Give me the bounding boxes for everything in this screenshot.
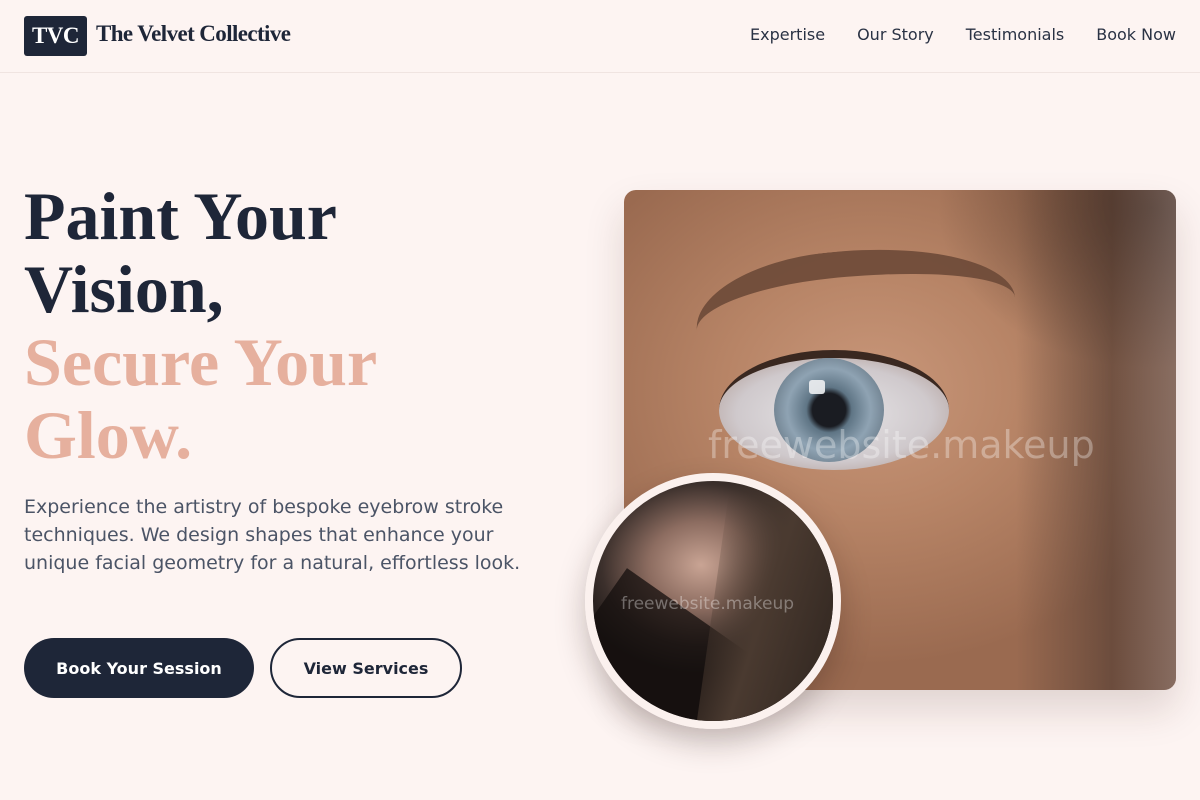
hero-title: Paint Your Vision, Secure Your Glow. [24, 180, 564, 472]
main-nav: Expertise Our Story Testimonials Book No… [750, 24, 1176, 46]
nav-link-book-now[interactable]: Book Now [1096, 24, 1176, 46]
view-services-button[interactable]: View Services [270, 638, 462, 698]
hero-description: Experience the artistry of bespoke eyebr… [24, 496, 521, 574]
nav-link-our-story[interactable]: Our Story [857, 24, 934, 46]
main-image-watermark: freewebsite.makeup [708, 423, 1095, 467]
logo[interactable]: TVC [24, 16, 87, 56]
hero-title-line-1: Paint Your [24, 178, 337, 254]
site-header: TVC The Velvet Collective Expertise Our … [0, 0, 1200, 73]
brand-name[interactable]: The Velvet Collective [96, 21, 291, 47]
hero-title-line-2: Vision, [24, 251, 224, 327]
nav-link-expertise[interactable]: Expertise [750, 24, 825, 46]
circle-image-watermark: freewebsite.makeup [621, 594, 795, 614]
portrait-circle-image: freewebsite.makeup [585, 473, 841, 729]
nav-link-testimonials[interactable]: Testimonials [966, 24, 1065, 46]
hero-title-line-4: Glow. [24, 397, 193, 473]
hero-title-line-3: Secure Your [24, 324, 378, 400]
book-session-button[interactable]: Book Your Session [24, 638, 254, 698]
